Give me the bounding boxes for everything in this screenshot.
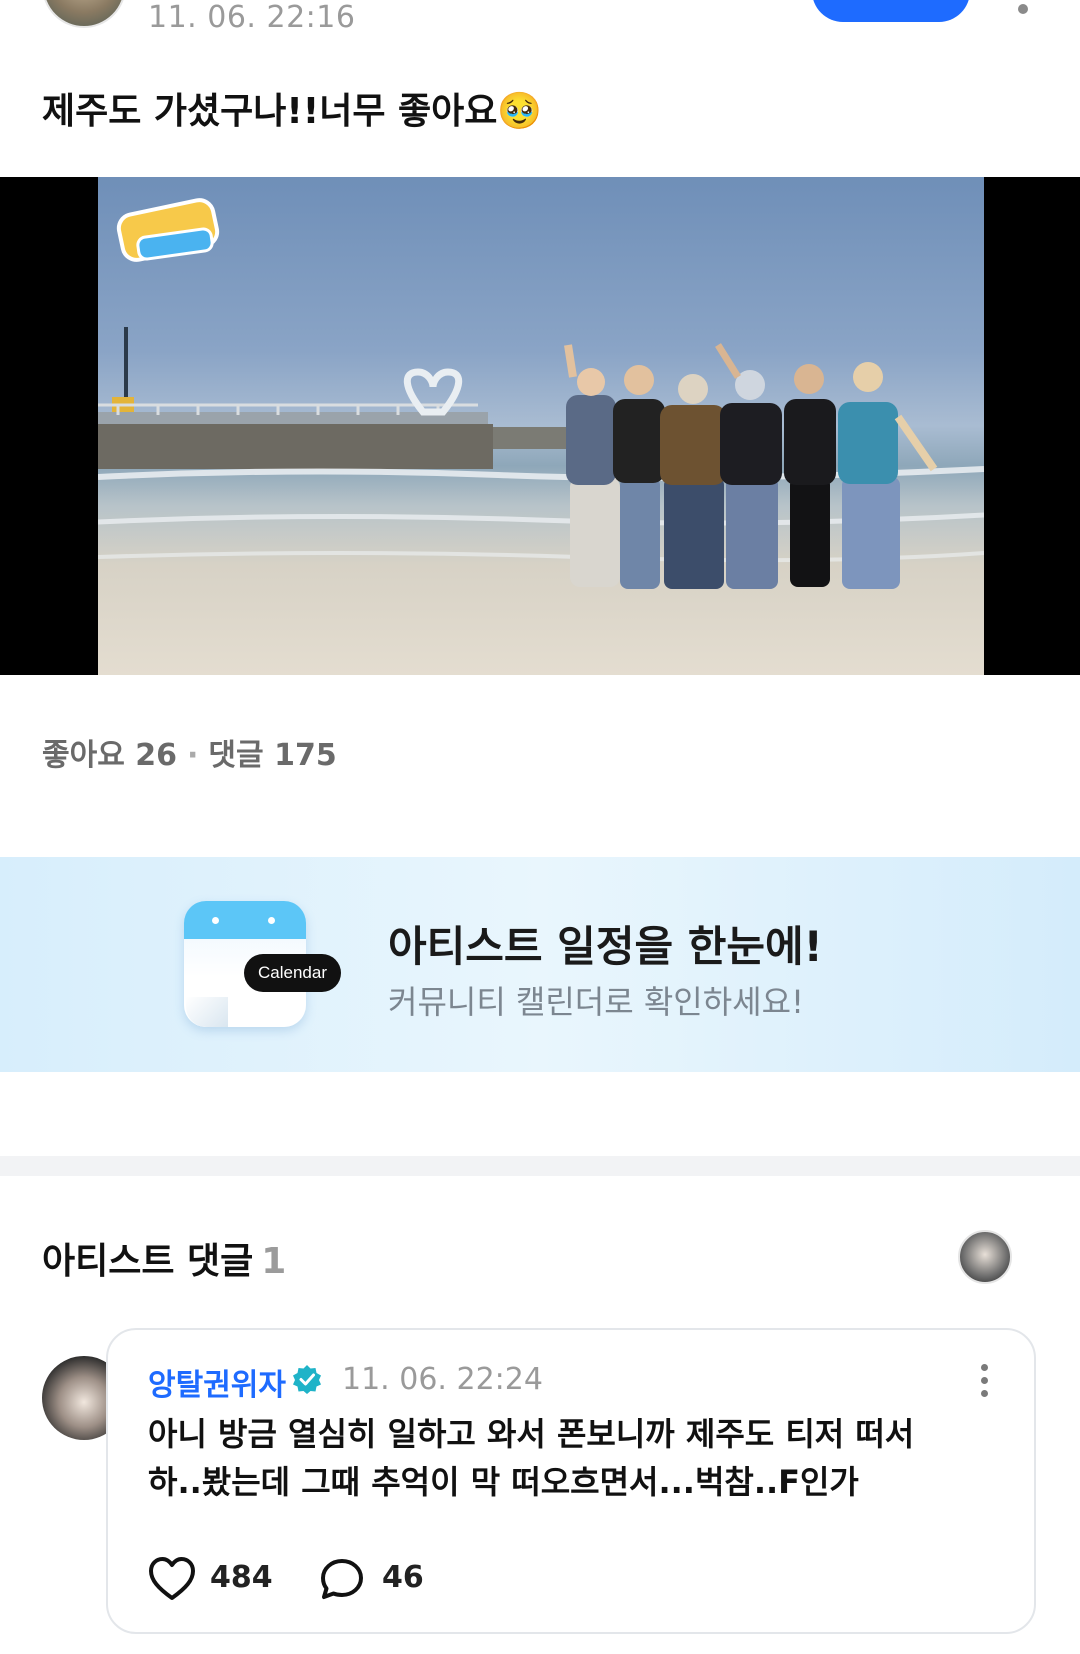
group-people: [564, 343, 938, 589]
calendar-banner[interactable]: Calendar 아티스트 일정을 한눈에! 커뮤니티 캘린더로 확인하세요!: [0, 857, 1080, 1072]
follow-button[interactable]: [812, 0, 970, 22]
likes-label: 좋아요: [42, 738, 125, 773]
comment-timestamp: 11. 06. 22:24: [342, 1362, 543, 1397]
reply-bubble-icon[interactable]: [320, 1558, 364, 1600]
comment-text-line-1: 아니 방금 열심히 일하고 와서 폰보니까 제주도 티저 떠서: [148, 1415, 915, 1453]
banner-title: 아티스트 일정을 한눈에!: [388, 922, 823, 971]
comment-text-line-2: 하..봤는데 그때 추억이 막 떠오흐면서...벅참..F인가: [148, 1463, 859, 1501]
post-text: 제주도 가셨구나!!너무 좋아요🥹: [42, 91, 543, 132]
comment-more-icon[interactable]: [978, 1364, 990, 1404]
calendar-pill: Calendar: [244, 954, 341, 992]
comment-author[interactable]: 앙탈권위자: [148, 1360, 286, 1404]
verified-badge-icon: [293, 1365, 321, 1394]
banner-subtitle: 커뮤니티 캘린더로 확인하세요!: [388, 983, 804, 1021]
likes-count[interactable]: 26: [135, 738, 177, 773]
artist-comments-title: 아티스트 댓글: [42, 1241, 254, 1282]
stats-separator: ·: [187, 738, 199, 773]
post-timestamp: 11. 06. 22:16: [148, 0, 356, 35]
more-options-icon[interactable]: [1018, 4, 1028, 14]
section-divider: [0, 1156, 1080, 1176]
heart-icon[interactable]: [148, 1556, 196, 1602]
artist-comments-count: 1: [261, 1241, 287, 1282]
artist-comment-card[interactable]: 앙탈권위자 11. 06. 22:24 아니 방금 열심히 일하고 와서 폰보니…: [106, 1328, 1036, 1634]
comment-like-count: 484: [210, 1560, 273, 1595]
artist-comments-header: 아티스트 댓글 1: [42, 1232, 286, 1284]
show-logo-icon: [116, 198, 220, 262]
comments-count[interactable]: 175: [274, 738, 337, 773]
beach-group-photo: [98, 177, 984, 675]
post-stats: 좋아요 26 · 댓글 175: [42, 730, 337, 774]
comments-label: 댓글: [208, 738, 264, 773]
post-media[interactable]: [0, 177, 1080, 675]
author-avatar[interactable]: [42, 0, 126, 28]
comment-reply-count: 46: [382, 1560, 424, 1595]
post-header: 11. 06. 22:16: [0, 0, 1080, 40]
comment-text: 아니 방금 열심히 일하고 와서 폰보니까 제주도 티저 떠서 하..봤는데 그…: [148, 1410, 988, 1506]
artist-avatar-small[interactable]: [958, 1230, 1012, 1284]
